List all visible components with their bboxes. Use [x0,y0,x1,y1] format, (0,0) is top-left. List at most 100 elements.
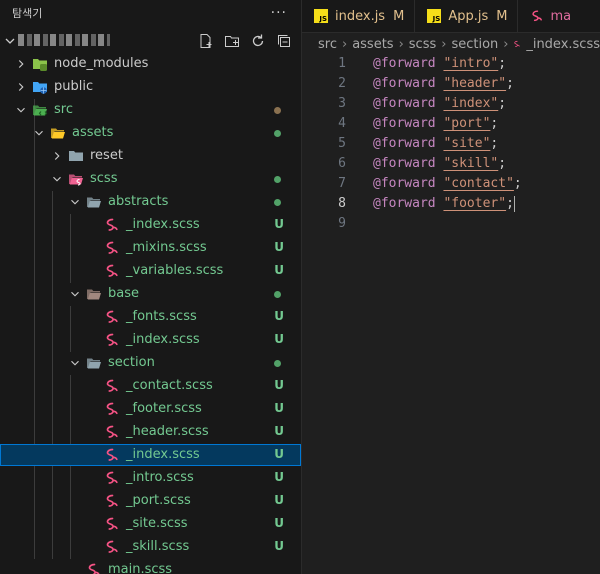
untracked-badge: U [274,217,284,231]
text-cursor [513,195,515,212]
breadcrumb-item[interactable]: src [318,37,337,52]
code-line: 1 @forward "intro"; [302,54,600,74]
scss-file-icon [106,494,118,507]
folder-label: reset [90,148,123,163]
explorer-title: 탐색기 [12,7,43,20]
code-editor[interactable]: 1 @forward "intro"; 2 @forward "header"; 3 @f… [302,54,600,234]
code-punctuation: ; [498,156,507,171]
file-row[interactable]: _port.scss U [0,490,301,512]
folder-label: base [108,286,139,301]
code-punctuation: ; [506,196,514,211]
chevron-right-icon [18,83,24,91]
git-status-dot [274,199,281,206]
folder-row-section[interactable]: section [0,352,301,374]
file-row[interactable]: _index.scss U [0,214,301,236]
chevron-right-icon: › [341,36,348,52]
code-string: "port" [443,116,491,131]
untracked-badge: U [274,470,284,484]
line-number: 6 [338,156,346,171]
explorer-sidebar: 탐색기 ··· node_modulespublic src assets reset… [0,0,302,574]
chevron-right-icon: › [503,36,509,52]
code-string: "skill" [443,156,499,171]
folder-row-reset[interactable]: reset [0,145,301,167]
code-keyword: @forward [373,56,436,71]
file-row[interactable]: _footer.scss U [0,398,301,420]
file-row[interactable]: _header.scss U [0,421,301,443]
folder-label: public [54,79,94,94]
file-label: _mixins.scss [126,240,207,255]
folder-icon [33,82,47,94]
file-row[interactable]: _intro.scss U [0,467,301,489]
modified-indicator: M [393,8,405,24]
scss-file-icon [106,517,118,530]
new-folder-icon[interactable] [223,32,241,50]
breadcrumb: src › assets › scss › section › _index.scss [302,33,600,55]
file-row[interactable]: _index.scss U [0,329,301,351]
code-text: @forward "port"; [373,114,498,134]
code-keyword: @forward [373,156,436,171]
file-label: _index.scss [126,332,200,347]
code-line: 5 @forward "site"; [302,134,600,154]
code-punctuation: ; [498,96,507,111]
collapse-all-icon[interactable] [275,32,293,50]
refresh-icon[interactable] [249,32,267,50]
explorer-actions [197,32,293,50]
code-string: "site" [443,136,491,151]
code-punctuation: ; [513,176,522,191]
folder-row-node-modules[interactable]: node_modules [0,53,301,75]
file-row[interactable]: _mixins.scss U [0,237,301,259]
file-label: _variables.scss [126,263,224,278]
folder-open-icon [33,105,48,116]
file-row[interactable]: _fonts.scss U [0,306,301,328]
new-file-icon[interactable] [197,32,215,50]
code-line: 8 @forward "footer"; [302,194,600,214]
untracked-badge: U [274,263,284,277]
code-string: "footer" [443,196,507,211]
folder-row-abstracts[interactable]: abstracts [0,191,301,213]
file-row[interactable]: main.scss [0,559,301,574]
tab-index-js[interactable]: JS index.js M [302,0,416,32]
chevron-down-icon [71,199,79,205]
scss-file-icon [106,402,118,415]
untracked-badge: U [274,516,284,530]
js-icon: JS [427,9,442,23]
git-status-dot [274,107,281,114]
file-row[interactable]: _index.scss U [0,444,301,466]
folder-row-scss[interactable]: scss [0,168,301,190]
chevron-down-icon [71,360,79,366]
file-row[interactable]: _contact.scss U [0,375,301,397]
file-row[interactable]: _variables.scss U [0,260,301,282]
breadcrumb-file[interactable]: _index.scss [526,37,600,52]
code-text: @forward "site"; [373,134,498,154]
file-label: _contact.scss [126,378,213,393]
code-punctuation: ; [498,56,507,71]
explorer-header: 탐색기 ··· [0,0,301,26]
code-line: 2 @forward "header"; [302,74,600,94]
file-row[interactable]: _site.scss U [0,513,301,535]
untracked-badge: U [274,240,284,254]
folder-row-base[interactable]: base [0,283,301,305]
breadcrumb-item[interactable]: scss [409,37,436,52]
breadcrumb-item[interactable]: assets [352,37,393,52]
code-line: 6 @forward "skill"; [302,154,600,174]
folder-icon [69,151,83,161]
folder-row-assets[interactable]: assets [0,122,301,144]
folder-row-public[interactable]: public [0,76,301,98]
chevron-right-icon [18,60,24,68]
line-number: 8 [338,196,346,211]
scss-file-icon [106,333,118,346]
breadcrumb-item[interactable]: section [451,37,498,52]
folder-label: abstracts [108,194,169,209]
file-row[interactable]: _skill.scss U [0,536,301,558]
tab-main-scss[interactable]: ma [518,0,572,32]
folder-label: node_modules [54,56,149,71]
more-actions-icon[interactable]: ··· [271,5,287,21]
line-number: 3 [338,96,346,111]
folder-icon [33,59,47,71]
untracked-badge: U [274,447,284,461]
scss-file-icon [106,264,118,277]
untracked-badge: U [274,378,284,392]
tab-app-js[interactable]: JS App.js M [415,0,519,32]
folder-row-src[interactable]: src [0,99,301,121]
code-punctuation: ; [490,116,499,131]
